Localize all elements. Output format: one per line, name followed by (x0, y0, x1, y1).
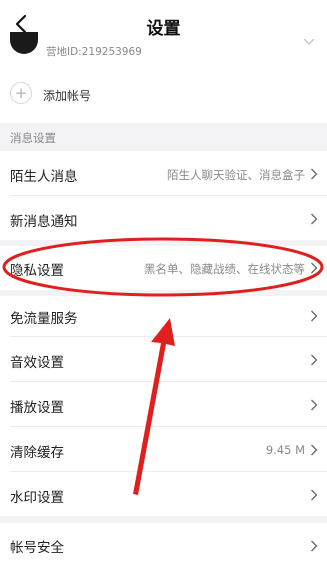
row-stranger-messages[interactable]: 陌生人消息 陌生人聊天验证、消息盒子 (0, 151, 327, 195)
row-value: 黑名单、隐藏战绩、在线状态等 (144, 262, 305, 276)
section-title: 消息设置 (10, 131, 56, 145)
plus-icon: + (10, 82, 32, 104)
row-watermark-settings[interactable]: 水印设置 (0, 472, 327, 516)
row-value: 陌生人聊天验证、消息盒子 (167, 168, 305, 182)
account-id: 营地ID:219253969 (46, 46, 142, 58)
section-gap (0, 516, 327, 523)
row-label: 隐私设置 (10, 263, 64, 279)
row-label: 清除缓存 (10, 445, 64, 461)
row-label: 新消息通知 (10, 214, 78, 230)
row-label: 音效设置 (10, 355, 64, 371)
chevron-right-icon (311, 489, 318, 501)
chevron-right-icon (311, 310, 318, 322)
account-row[interactable]: 营地ID:219253969 (0, 28, 327, 66)
chevron-right-icon (311, 168, 318, 180)
add-account-label: 添加帐号 (43, 89, 92, 103)
row-label: 陌生人消息 (10, 169, 78, 185)
row-label: 播放设置 (10, 400, 64, 416)
chevron-right-icon (311, 444, 318, 456)
section-header: 消息设置 (0, 123, 327, 151)
chevron-right-icon (311, 354, 318, 366)
chevron-right-icon (311, 213, 318, 225)
add-account-button[interactable]: + 添加帐号 (0, 78, 327, 110)
chevron-right-icon (311, 540, 318, 552)
avatar (10, 32, 38, 54)
row-label: 帐号安全 (10, 540, 64, 556)
row-label: 免流量服务 (10, 311, 78, 327)
row-playback-settings[interactable]: 播放设置 (0, 382, 327, 426)
row-new-message-notification[interactable]: 新消息通知 (0, 196, 327, 240)
chevron-right-icon (311, 399, 318, 411)
cache-size: 9.45 M (265, 443, 305, 457)
chevron-right-icon (311, 262, 318, 274)
row-account-security[interactable]: 帐号安全 (0, 523, 327, 570)
row-privacy-settings[interactable]: 隐私设置 黑名单、隐藏战绩、在线状态等 (0, 246, 327, 290)
row-free-data-service[interactable]: 免流量服务 (0, 296, 327, 336)
row-sound-settings[interactable]: 音效设置 (0, 337, 327, 381)
row-clear-cache[interactable]: 清除缓存 9.45 M (0, 427, 327, 471)
row-label: 水印设置 (10, 490, 64, 506)
chevron-down-icon[interactable] (303, 38, 315, 46)
